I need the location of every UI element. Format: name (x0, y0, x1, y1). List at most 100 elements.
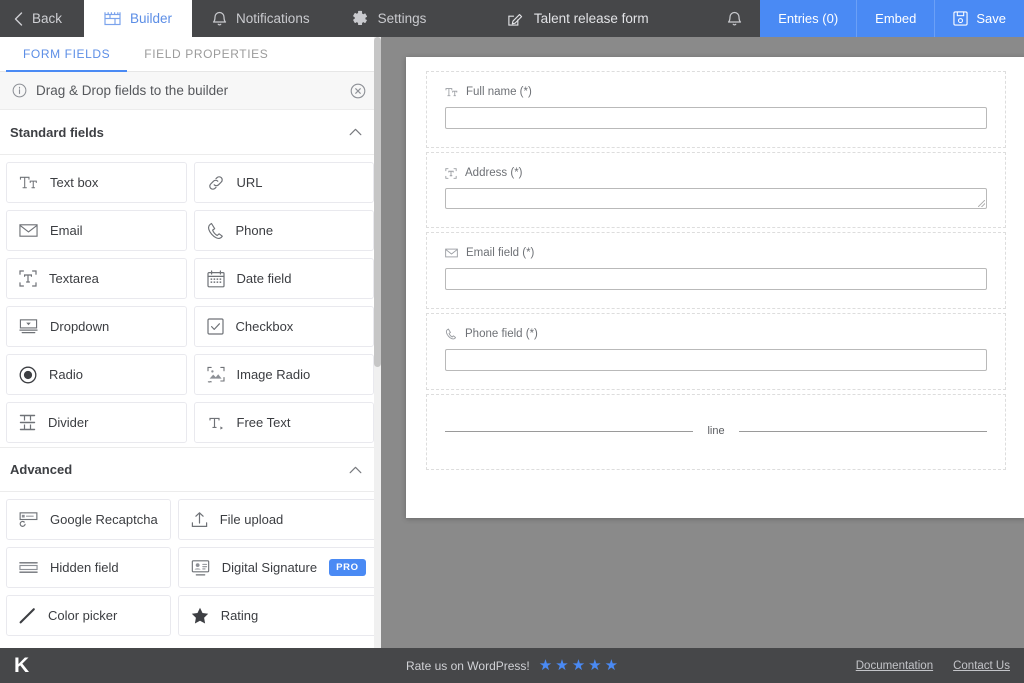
phone-input[interactable] (445, 349, 987, 371)
field-item-url[interactable]: URL (194, 162, 375, 203)
field-item-hidden-field[interactable]: Hidden field (6, 547, 171, 588)
field-item-label: Email (50, 223, 174, 238)
chevron-up-icon[interactable] (349, 128, 362, 136)
field-label-row: Email field (*) (445, 247, 987, 259)
field-item-radio[interactable]: Radio (6, 354, 187, 395)
divider-rule-left (445, 431, 693, 432)
field-item-email[interactable]: Email (6, 210, 187, 251)
tab-notifications-label: Notifications (236, 11, 310, 26)
field-item-label: Dropdown (50, 319, 174, 334)
phone-icon (445, 328, 457, 340)
section-header-standard-fields[interactable]: Standard fields (0, 110, 380, 155)
field-label-row: Address (*) (445, 167, 987, 179)
calendar-icon (207, 270, 225, 288)
field-item-dropdown[interactable]: Dropdown (6, 306, 187, 347)
field-item-file-upload[interactable]: File upload (178, 499, 379, 540)
advanced-fields-grid: Google Recaptcha File upload (0, 492, 380, 640)
embed-button[interactable]: Embed (857, 0, 934, 37)
star-icon[interactable]: ★ (555, 658, 568, 673)
bell-icon (212, 10, 227, 27)
notifications-bell-button[interactable] (709, 0, 760, 37)
field-item-label: Free Text (237, 415, 362, 430)
text-box-icon (445, 87, 458, 98)
sidebar-scrollbar-thumb[interactable] (374, 37, 381, 367)
rating-stars[interactable]: ★ ★ ★ ★ ★ (539, 658, 618, 673)
field-label-row: Full name (*) (445, 86, 987, 98)
field-item-label: Text box (50, 175, 174, 190)
sidebar-scrollbar-track[interactable] (374, 37, 381, 648)
field-item-text-box[interactable]: Text box (6, 162, 187, 203)
field-item-textarea[interactable]: Textarea (6, 258, 187, 299)
canvas-field-phone[interactable]: Phone field (*) (426, 313, 1006, 390)
tab-form-fields-label: FORM FIELDS (23, 47, 110, 61)
field-item-label: Checkbox (236, 319, 362, 334)
form-builder-app: Back Builder Notifications (0, 0, 1024, 683)
tab-builder[interactable]: Builder (84, 0, 192, 37)
upload-icon (191, 511, 208, 528)
tab-builder-label: Builder (130, 11, 172, 26)
star-icon (191, 607, 209, 624)
field-item-free-text[interactable]: Free Text (194, 402, 375, 443)
free-text-icon (207, 415, 225, 431)
field-item-date-field[interactable]: Date field (194, 258, 375, 299)
full-name-input[interactable] (445, 107, 987, 129)
canvas-field-email[interactable]: Email field (*) (426, 232, 1006, 309)
rate-us-text: Rate us on WordPress! (406, 659, 530, 673)
field-item-image-radio[interactable]: Image Radio (194, 354, 375, 395)
star-icon[interactable]: ★ (539, 658, 552, 673)
top-bar: Back Builder Notifications (0, 0, 1024, 37)
star-icon[interactable]: ★ (572, 658, 585, 673)
field-item-label: Radio (49, 367, 174, 382)
link-icon (207, 174, 225, 192)
field-item-divider[interactable]: Divider (6, 402, 187, 443)
field-item-label: Google Recaptcha (50, 512, 158, 527)
save-button[interactable]: Save (935, 0, 1024, 37)
divider-icon (19, 414, 36, 431)
app-logo: K (14, 655, 28, 676)
tab-field-properties[interactable]: FIELD PROPERTIES (127, 37, 285, 71)
tab-settings[interactable]: Settings (330, 0, 447, 37)
textarea-icon (445, 168, 457, 179)
field-item-label: Divider (48, 415, 174, 430)
tab-form-fields[interactable]: FORM FIELDS (6, 37, 127, 71)
pro-badge: PRO (329, 559, 366, 576)
embed-label: Embed (875, 11, 916, 26)
entries-label: Entries (0) (778, 11, 838, 26)
field-item-color-picker[interactable]: Color picker (6, 595, 171, 636)
field-label-text: Address (*) (465, 167, 523, 179)
documentation-link[interactable]: Documentation (856, 660, 933, 672)
info-circle-icon (12, 83, 27, 98)
tab-settings-label: Settings (378, 11, 427, 26)
field-item-checkbox[interactable]: Checkbox (194, 306, 375, 347)
address-textarea[interactable] (445, 188, 987, 209)
field-label-row: Phone field (*) (445, 328, 987, 340)
form-title[interactable]: Talent release form (487, 0, 669, 37)
divider-rule-right (739, 431, 987, 432)
dropdown-icon (19, 318, 38, 335)
canvas-field-full-name[interactable]: Full name (*) (426, 71, 1006, 148)
email-input[interactable] (445, 268, 987, 290)
star-icon[interactable]: ★ (588, 658, 601, 673)
tab-notifications[interactable]: Notifications (192, 0, 330, 37)
field-item-digital-signature[interactable]: Digital Signature PRO (178, 547, 379, 588)
chevron-up-icon[interactable] (349, 466, 362, 474)
field-item-phone[interactable]: Phone (194, 210, 375, 251)
field-item-label: Color picker (48, 608, 158, 623)
back-button[interactable]: Back (0, 0, 84, 37)
edit-pencil-icon (507, 11, 523, 27)
canvas-field-address[interactable]: Address (*) (426, 152, 1006, 228)
builder-icon (104, 11, 121, 26)
back-label: Back (32, 11, 62, 26)
field-item-label: URL (237, 175, 362, 190)
entries-button[interactable]: Entries (0) (760, 0, 856, 37)
contact-us-link[interactable]: Contact Us (953, 660, 1010, 672)
canvas-field-divider[interactable]: line (426, 394, 1006, 470)
pencil-icon (19, 607, 36, 624)
field-item-label: File upload (220, 512, 366, 527)
field-item-label: Phone (236, 223, 362, 238)
field-item-google-recaptcha[interactable]: Google Recaptcha (6, 499, 171, 540)
section-header-advanced[interactable]: Advanced (0, 447, 380, 492)
field-item-rating[interactable]: Rating (178, 595, 379, 636)
close-circle-icon[interactable] (350, 83, 366, 99)
star-icon[interactable]: ★ (605, 658, 618, 673)
